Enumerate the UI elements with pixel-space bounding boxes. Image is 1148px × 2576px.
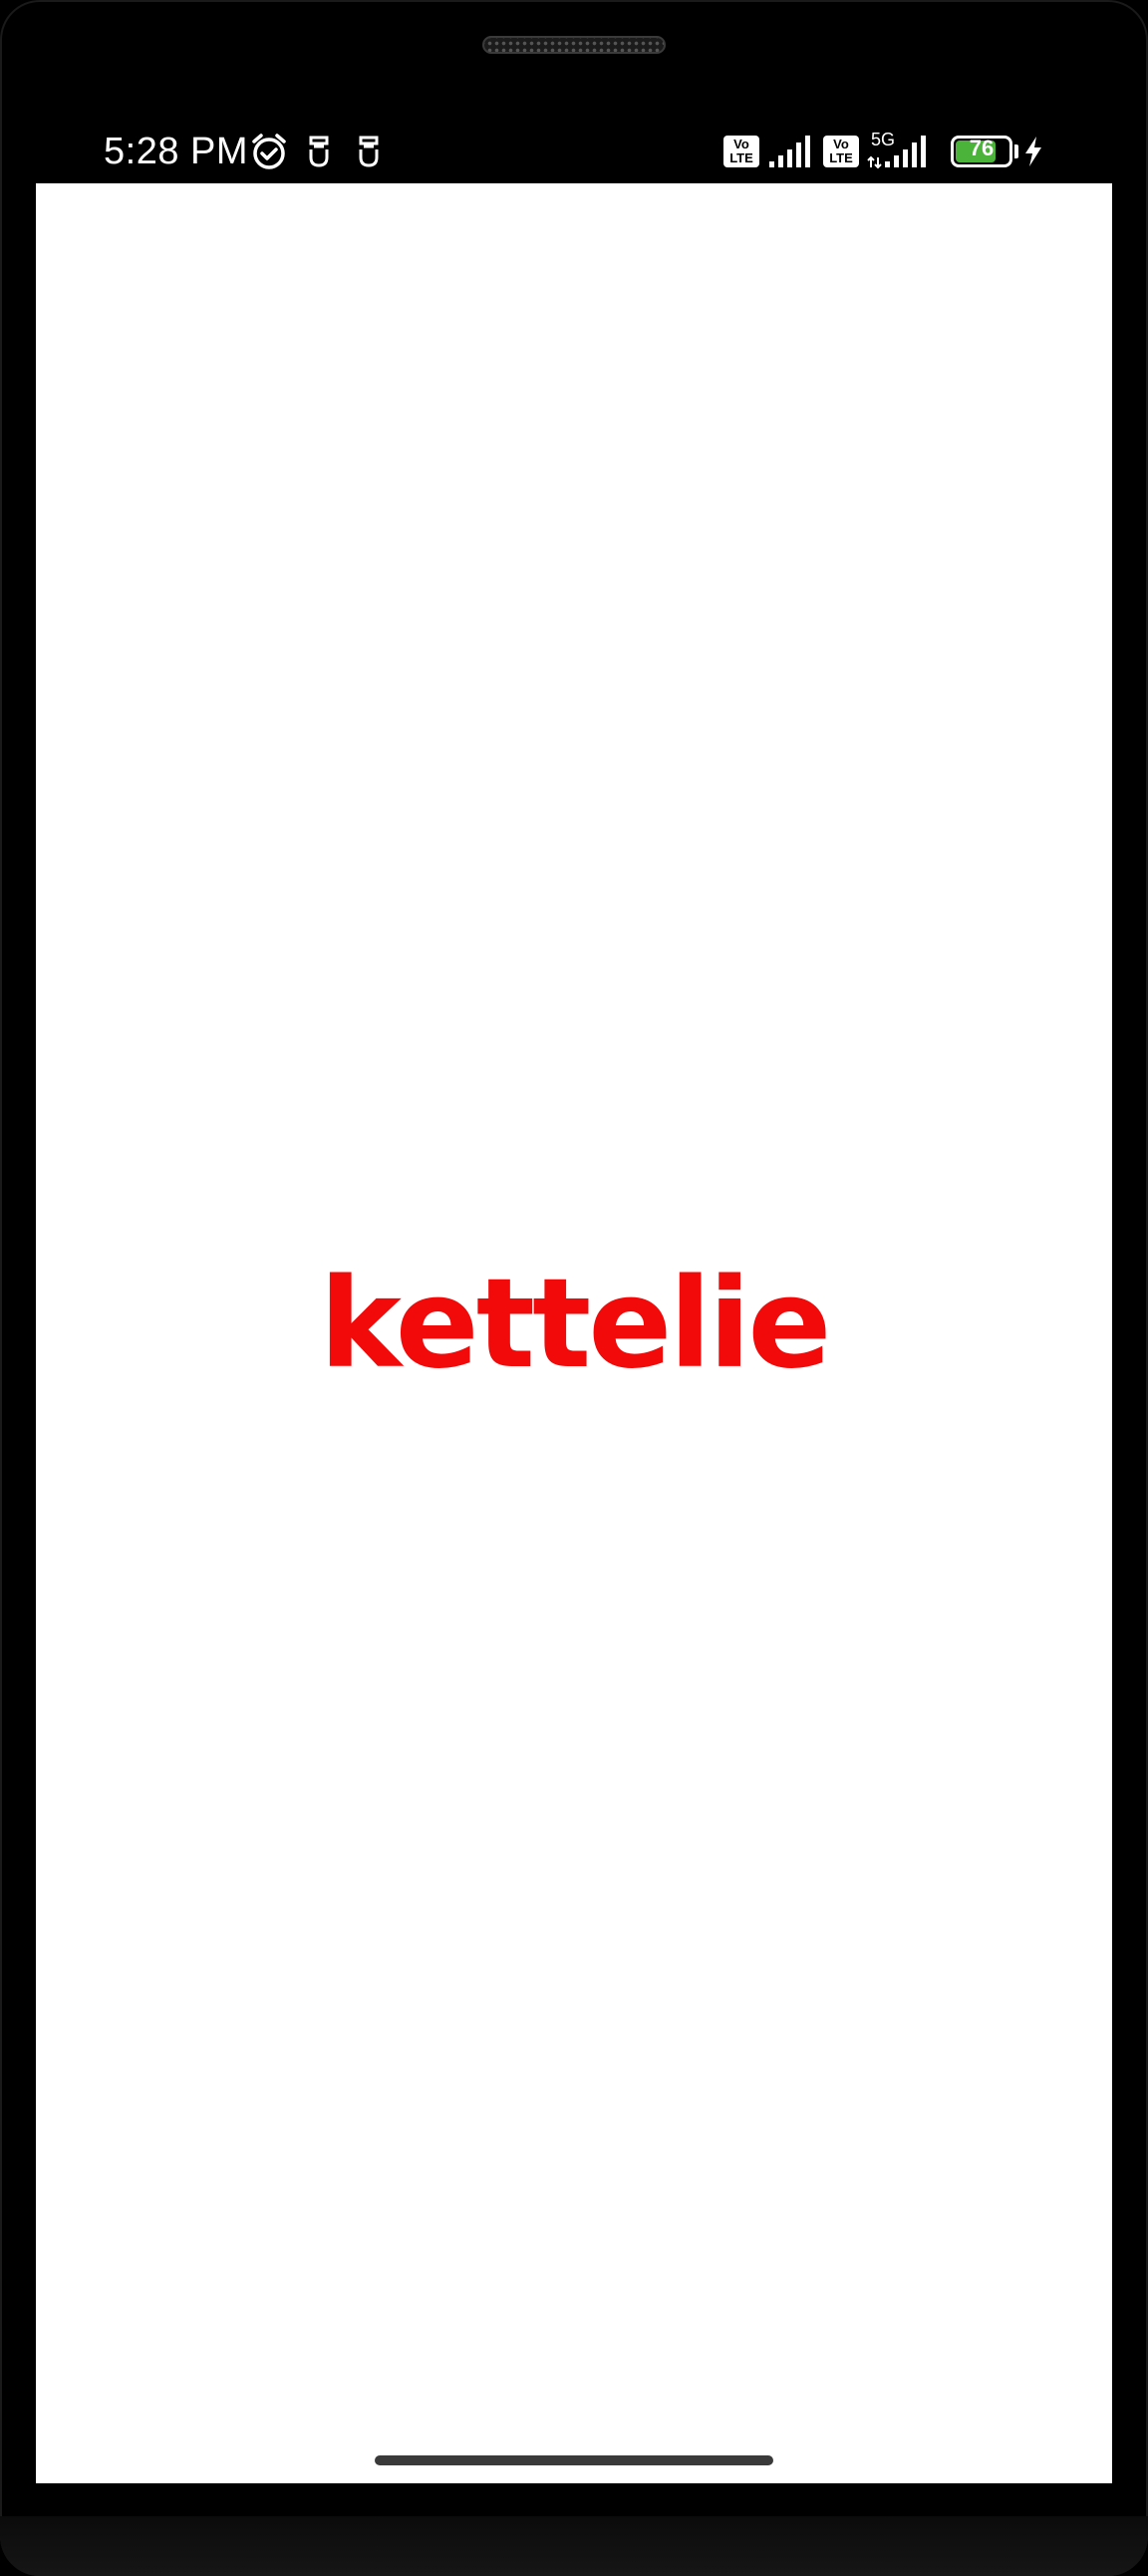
battery-tip xyxy=(1014,144,1018,158)
app-splash-screen: kettelie xyxy=(36,183,1112,2483)
battery-percent: 76 xyxy=(969,136,995,160)
device-frame: 5:28 PM Vo LTE Vo LTE 5G 76 kettelie xyxy=(0,0,1148,2576)
notification-icon xyxy=(355,134,383,174)
volte-icon: Vo LTE xyxy=(823,136,859,167)
notification-icon xyxy=(305,134,333,174)
volte-icon: Vo LTE xyxy=(723,136,759,167)
alarm-icon xyxy=(249,132,289,176)
device-chin xyxy=(0,2516,1148,2576)
battery-icon: 76 xyxy=(951,136,1012,167)
earpiece-speaker xyxy=(482,36,666,54)
home-indicator[interactable] xyxy=(375,2455,773,2465)
5g-signal-icon xyxy=(867,134,931,174)
status-bar: 5:28 PM Vo LTE Vo LTE 5G 76 xyxy=(36,120,1112,183)
signal-icon xyxy=(767,134,815,174)
app-logo: kettelie xyxy=(319,1253,832,1396)
status-time: 5:28 PM xyxy=(104,131,249,172)
charging-icon xyxy=(1022,136,1044,172)
